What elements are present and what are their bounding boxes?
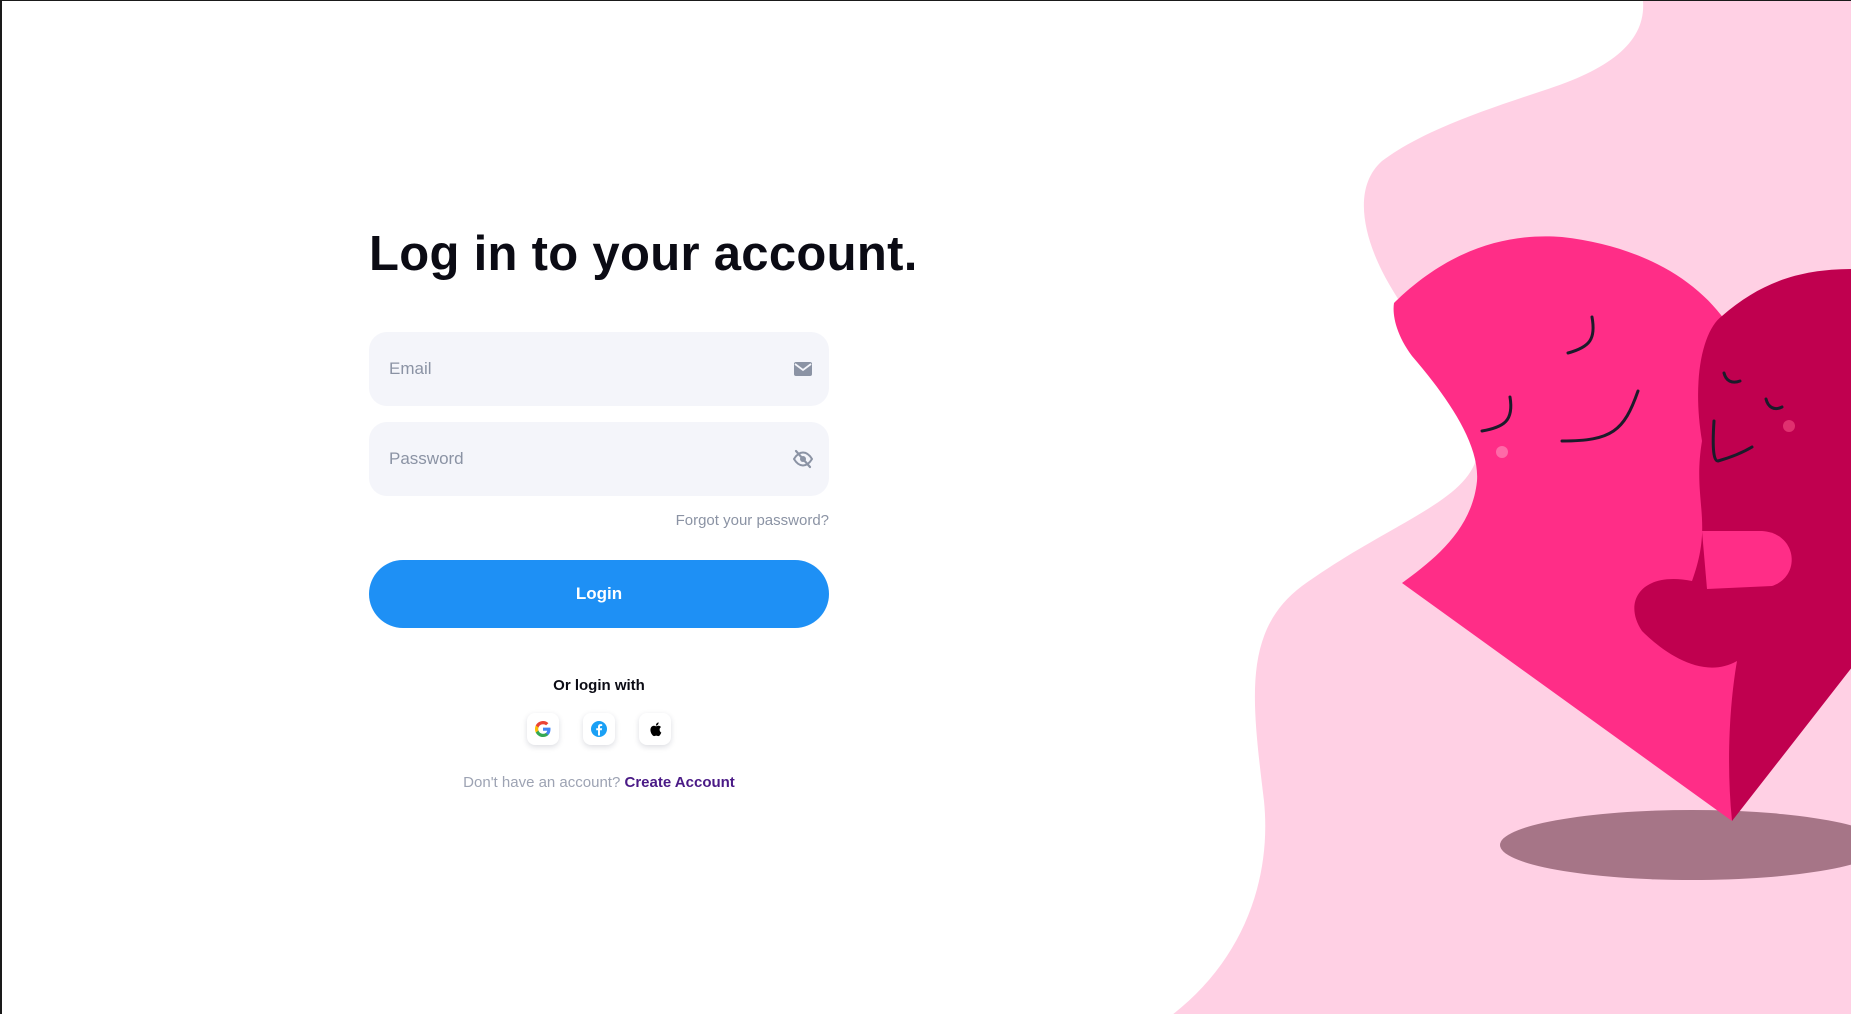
password-field[interactable] xyxy=(369,422,829,496)
password-input[interactable] xyxy=(369,422,829,496)
login-button[interactable]: Login xyxy=(369,560,829,628)
google-icon xyxy=(535,721,551,737)
heart-arm xyxy=(1702,531,1792,589)
create-account-link[interactable]: Create Account xyxy=(625,774,735,791)
google-login-button[interactable] xyxy=(527,713,559,745)
signup-prompt: Don't have an account? xyxy=(463,774,621,791)
apple-icon xyxy=(650,722,662,737)
login-page: Log in to your account. Forgot your pass… xyxy=(0,0,1851,1014)
email-input[interactable] xyxy=(369,332,829,406)
or-login-label: Or login with xyxy=(553,677,645,694)
eye-off-icon[interactable] xyxy=(793,449,813,469)
social-login-row xyxy=(369,713,829,745)
apple-login-button[interactable] xyxy=(639,713,671,745)
cheek-left xyxy=(1496,446,1508,458)
page-title: Log in to your account. xyxy=(369,227,918,281)
forgot-password-link[interactable]: Forgot your password? xyxy=(369,512,829,529)
login-panel: Log in to your account. Forgot your pass… xyxy=(369,221,949,791)
heart-illustration xyxy=(1173,1,1851,1014)
mail-icon xyxy=(794,362,812,376)
cheek-right xyxy=(1783,420,1795,432)
email-field[interactable] xyxy=(369,332,829,406)
facebook-login-button[interactable] xyxy=(583,713,615,745)
signup-line: Don't have an account? Create Account xyxy=(369,774,829,791)
facebook-icon xyxy=(591,721,607,737)
